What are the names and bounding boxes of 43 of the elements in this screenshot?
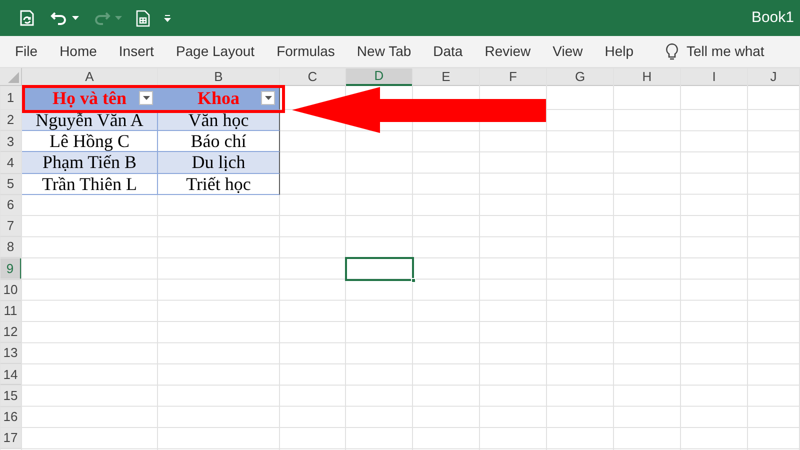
column-header[interactable]: G	[547, 68, 614, 86]
fill-handle[interactable]	[411, 278, 416, 282]
caret-icon	[264, 96, 272, 100]
ribbon-tab[interactable]: Insert	[110, 41, 163, 62]
triangle-icon	[8, 72, 19, 83]
ribbon-tab[interactable]: New Tab	[348, 41, 420, 62]
column-header[interactable]: I	[681, 68, 748, 86]
table-cell: Phạm Tiến B	[22, 152, 158, 174]
lightbulb-icon[interactable]	[664, 42, 679, 60]
tell-me-field[interactable]: Tell me what	[686, 41, 764, 62]
column-heading: Họ và tên	[52, 88, 126, 106]
column-header[interactable]: E	[413, 68, 480, 86]
ribbon-tab[interactable]: Formulas	[268, 41, 344, 62]
filter-button[interactable]	[261, 91, 275, 105]
ribbon-tab[interactable]: View	[544, 41, 592, 62]
caret-icon	[142, 96, 150, 100]
customize-icon[interactable]	[164, 14, 171, 22]
table-cell: Trần Thiên L	[22, 174, 158, 195]
column-header[interactable]: F	[480, 68, 547, 86]
ribbon-tab[interactable]: Help	[596, 41, 643, 62]
column-header[interactable]: H	[614, 68, 681, 86]
form-icon[interactable]	[136, 10, 150, 26]
table-cell: Báo chí	[158, 131, 280, 152]
row-header[interactable]: 8	[0, 237, 22, 258]
table-cell: Lê Hồng C	[22, 131, 158, 152]
table-cell: Du lịch	[158, 152, 280, 174]
ribbon-tab[interactable]: Page Layout	[166, 41, 264, 62]
ribbon-tab[interactable]: Home	[50, 41, 106, 62]
row-header[interactable]: 13	[0, 343, 22, 364]
column-header[interactable]: C	[280, 68, 346, 86]
table-cell: Triết học	[158, 174, 280, 195]
autosave-icon[interactable]	[18, 9, 36, 27]
column-header[interactable]: D	[346, 68, 413, 86]
ribbon-tab[interactable]: Review	[476, 41, 540, 62]
undo-icon[interactable]	[50, 10, 68, 26]
caret-icon[interactable]	[72, 16, 79, 20]
column-header[interactable]: J	[748, 68, 800, 86]
column-heading: Khoa	[197, 88, 240, 106]
ribbon-tab[interactable]: File	[6, 41, 47, 62]
filter-button[interactable]	[139, 91, 153, 105]
document-title: Book1	[751, 8, 794, 28]
ribbon-tab[interactable]: Data	[424, 41, 472, 62]
row-header[interactable]: 3	[0, 131, 22, 152]
